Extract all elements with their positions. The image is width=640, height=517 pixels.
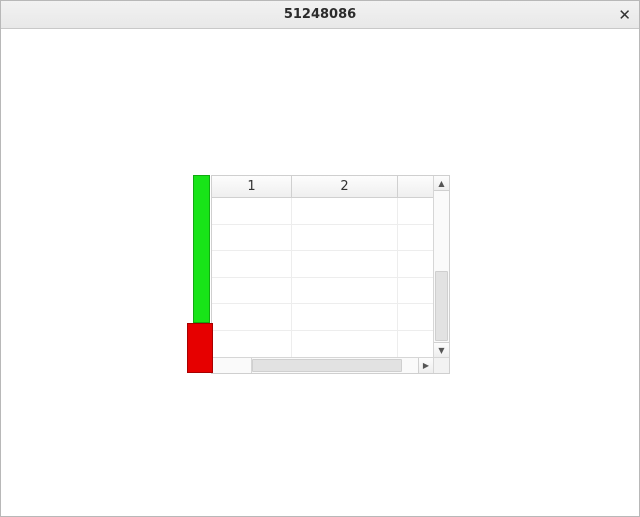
column-header[interactable] [398, 176, 433, 197]
table-header-row: 1 2 [212, 176, 433, 198]
scrollbar-stub [212, 358, 252, 373]
table-row[interactable] [212, 304, 433, 331]
titlebar[interactable]: 51248086 ✕ [1, 1, 639, 29]
table-cell[interactable] [212, 278, 292, 304]
scroll-down-icon[interactable]: ▼ [434, 342, 449, 357]
close-icon[interactable]: ✕ [618, 1, 631, 29]
table-cell[interactable] [398, 225, 433, 251]
table-cell[interactable] [398, 304, 433, 330]
data-table[interactable]: 1 2 [211, 175, 450, 374]
table-cell[interactable] [292, 331, 398, 357]
table-cell[interactable] [398, 198, 433, 224]
table-body[interactable] [212, 198, 433, 357]
client-area: 1 2 [2, 30, 638, 515]
layered-panel: 1 2 [187, 175, 450, 374]
horizontal-scrollbar[interactable]: ▶ [212, 357, 433, 373]
table-row[interactable] [212, 198, 433, 225]
column-header[interactable]: 1 [212, 176, 292, 197]
table-cell[interactable] [398, 251, 433, 277]
scrollbar-corner [433, 357, 449, 373]
table-row[interactable] [212, 251, 433, 278]
app-window: 51248086 ✕ 1 2 [0, 0, 640, 517]
table-cell[interactable] [398, 331, 433, 357]
horizontal-scroll-track[interactable] [252, 358, 418, 373]
horizontal-scroll-thumb[interactable] [252, 359, 402, 372]
vertical-scroll-track[interactable] [434, 191, 449, 342]
table-cell[interactable] [212, 198, 292, 224]
table-row[interactable] [212, 331, 433, 357]
table-cell[interactable] [398, 278, 433, 304]
table-row[interactable] [212, 225, 433, 252]
window-title: 51248086 [284, 7, 356, 22]
scroll-right-icon[interactable]: ▶ [418, 358, 433, 373]
table-cell[interactable] [212, 304, 292, 330]
table-cell[interactable] [292, 198, 398, 224]
scroll-up-icon[interactable]: ▲ [434, 176, 449, 191]
table-cell[interactable] [212, 251, 292, 277]
table-cell[interactable] [292, 225, 398, 251]
table-cell[interactable] [212, 225, 292, 251]
table-cell[interactable] [292, 251, 398, 277]
table-cell[interactable] [292, 304, 398, 330]
table-cell[interactable] [212, 331, 292, 357]
column-header[interactable]: 2 [292, 176, 398, 197]
table-row[interactable] [212, 278, 433, 305]
red-panel[interactable] [187, 323, 213, 373]
vertical-scrollbar[interactable]: ▲ ▼ [433, 176, 449, 357]
table-cell[interactable] [292, 278, 398, 304]
green-panel[interactable] [193, 175, 210, 323]
vertical-scroll-thumb[interactable] [435, 271, 448, 341]
